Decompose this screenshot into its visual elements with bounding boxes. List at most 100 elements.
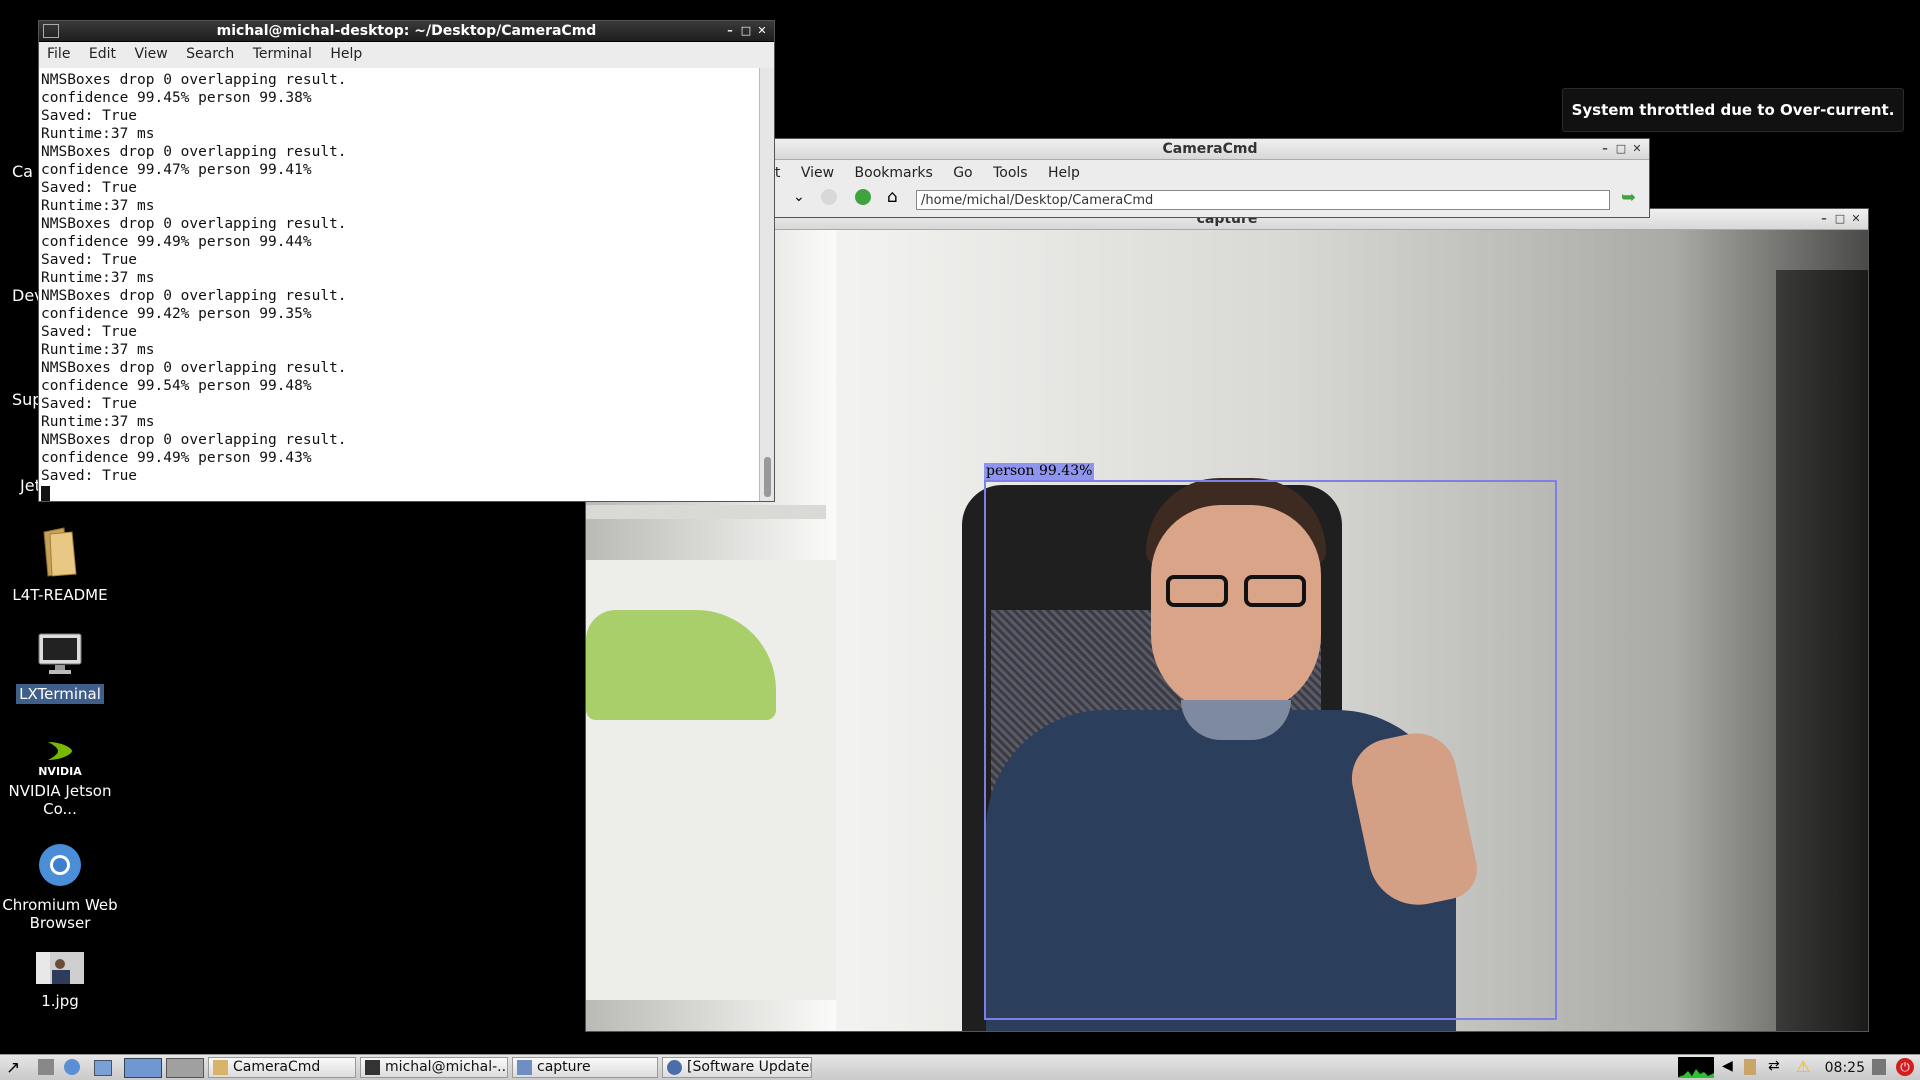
menu-edit[interactable]: Edit — [89, 46, 116, 62]
maximize-icon[interactable]: □ — [738, 21, 754, 41]
menu-view[interactable]: View — [801, 165, 834, 181]
window-controls: – □ ✕ — [1816, 209, 1864, 229]
menu-view[interactable]: View — [134, 46, 167, 62]
desktop-icon-chromium[interactable]: Chromium Web Browser — [0, 842, 120, 932]
task-label: michal@michal-... — [385, 1059, 508, 1075]
taskbar-task-terminal[interactable]: michal@michal-... — [360, 1057, 508, 1078]
terminal-line: confidence 99.47% person 99.41% — [41, 162, 312, 178]
lock-screen-icon[interactable] — [1872, 1059, 1886, 1075]
throttle-notification[interactable]: System throttled due to Over-current. — [1562, 88, 1904, 132]
terminal-line: NMSBoxes drop 0 overlapping result. — [41, 144, 347, 160]
window-title: CameraCmd — [1162, 141, 1258, 157]
task-label: CameraCmd — [233, 1059, 321, 1075]
clipboard-icon[interactable] — [1744, 1059, 1756, 1075]
terminal-titlebar[interactable]: michal@michal-desktop: ~/Desktop/CameraC… — [39, 21, 774, 42]
terminal-line: NMSBoxes drop 0 overlapping result. — [41, 432, 347, 448]
desktop-partial-label[interactable]: Ca — [12, 162, 33, 181]
browser-launcher-icon[interactable] — [64, 1059, 80, 1075]
task-label: capture — [537, 1059, 591, 1075]
nvidia-brand-text: NVIDIA — [38, 765, 82, 778]
clock[interactable]: 08:25 — [1825, 1055, 1865, 1080]
terminal-line: Saved: True — [41, 180, 138, 196]
maximize-icon[interactable]: □ — [1832, 209, 1848, 229]
forward-icon[interactable] — [821, 189, 837, 205]
terminal-line: confidence 99.54% person 99.48% — [41, 378, 312, 394]
warning-icon[interactable]: ⚠ — [1796, 1057, 1810, 1076]
desktop-icon-1jpg[interactable]: 1.jpg — [0, 952, 120, 1010]
desktop-icon-label: Chromium Web Browser — [2, 896, 118, 932]
desktop: { "desktop": { "partial_labels": ["Ca", … — [0, 0, 1920, 1080]
start-menu-icon[interactable]: ↗ — [6, 1058, 20, 1078]
detection-bounding-box — [984, 480, 1557, 1020]
terminal-window[interactable]: michal@michal-desktop: ~/Desktop/CameraC… — [38, 20, 775, 502]
terminal-menubar: File Edit View Search Terminal Help — [39, 42, 774, 66]
maximize-icon[interactable]: □ — [1613, 139, 1629, 159]
menu-tools[interactable]: Tools — [993, 165, 1028, 181]
workspace-pager[interactable] — [166, 1058, 204, 1078]
menu-file[interactable]: File — [47, 46, 70, 62]
home-icon[interactable]: ⌂ — [887, 187, 898, 207]
chevron-down-icon[interactable]: ⌄ — [793, 189, 805, 205]
file-manager-window[interactable]: CameraCmd – □ ✕ it View Bookmarks Go Tools… — [770, 138, 1650, 218]
terminal-line: Saved: True — [41, 468, 138, 484]
close-icon[interactable]: ✕ — [754, 21, 770, 41]
terminal-line: NMSBoxes drop 0 overlapping result. — [41, 216, 347, 232]
menu-search[interactable]: Search — [186, 46, 234, 62]
workspace-icon[interactable] — [94, 1060, 112, 1076]
terminal-line: Saved: True — [41, 396, 138, 412]
scrollbar-thumb[interactable] — [764, 457, 771, 497]
desktop-icon-l4t-readme[interactable]: L4T-README — [0, 526, 120, 604]
terminal-icon — [365, 1060, 380, 1075]
desktop-icon-nvidia-jetson[interactable]: NVIDIA NVIDIA Jetson Co... — [0, 740, 120, 818]
desktop-icon-label: 1.jpg — [41, 992, 79, 1010]
desktop-icon-lxterminal[interactable]: LXTerminal — [0, 632, 120, 704]
window-controls: – □ ✕ — [1597, 139, 1645, 159]
monitor-icon — [0, 632, 120, 680]
path-input[interactable]: /home/michal/Desktop/CameraCmd — [916, 190, 1610, 210]
taskbar-task-capture[interactable]: capture — [512, 1057, 658, 1078]
power-icon[interactable]: ⏻ — [1896, 1058, 1914, 1076]
cpu-monitor-graph — [1678, 1057, 1714, 1078]
menu-help[interactable]: Help — [330, 46, 362, 62]
volume-icon[interactable]: ◀ — [1722, 1058, 1733, 1074]
terminal-line: confidence 99.42% person 99.35% — [41, 306, 312, 322]
minimize-icon[interactable]: – — [722, 21, 738, 41]
go-icon[interactable]: ➥ — [1621, 187, 1636, 208]
image-thumbnail-icon — [0, 952, 120, 988]
show-desktop-icon[interactable] — [38, 1059, 54, 1075]
taskbar-task-software-updater[interactable]: [Software Updater] — [662, 1057, 812, 1078]
terminal-line: NMSBoxes drop 0 overlapping result. — [41, 360, 347, 376]
filemanager-menubar: it View Bookmarks Go Tools Help — [771, 161, 1649, 185]
terminal-output[interactable]: NMSBoxes drop 0 overlapping result. confi… — [39, 68, 760, 501]
text-cursor — [41, 486, 50, 501]
folder-icon — [213, 1060, 228, 1075]
terminal-app-icon — [43, 24, 59, 38]
close-icon[interactable]: ✕ — [1629, 139, 1645, 159]
network-icon[interactable]: ⇄ — [1768, 1058, 1780, 1074]
filemanager-titlebar[interactable]: CameraCmd – □ ✕ — [771, 139, 1649, 160]
terminal-line: Runtime:37 ms — [41, 270, 155, 286]
minimize-icon[interactable]: – — [1816, 209, 1832, 229]
close-icon[interactable]: ✕ — [1848, 209, 1864, 229]
taskbar-task-cameracmd[interactable]: CameraCmd — [208, 1057, 356, 1078]
terminal-line: Runtime:37 ms — [41, 342, 155, 358]
folder-icon — [0, 526, 120, 582]
minimize-icon[interactable]: – — [1597, 139, 1613, 159]
menu-go[interactable]: Go — [953, 165, 972, 181]
door-frame — [1776, 270, 1868, 1031]
menu-terminal[interactable]: Terminal — [253, 46, 312, 62]
terminal-scrollbar[interactable] — [759, 68, 774, 501]
up-icon[interactable] — [855, 189, 871, 205]
terminal-line: Saved: True — [41, 324, 138, 340]
window-controls: – □ ✕ — [722, 21, 770, 41]
menu-bookmarks[interactable]: Bookmarks — [855, 165, 933, 181]
terminal-cursor-line — [41, 485, 760, 501]
task-label: [Software Updater] — [687, 1059, 812, 1075]
detection-label: person 99.43% — [984, 463, 1095, 480]
workspace-pager[interactable] — [124, 1058, 162, 1078]
terminal-line: Runtime:37 ms — [41, 414, 155, 430]
terminal-line: NMSBoxes drop 0 overlapping result. — [41, 288, 347, 304]
capture-window[interactable]: capture – □ ✕ person 99.43% — [585, 208, 1869, 1032]
menu-help[interactable]: Help — [1048, 165, 1080, 181]
window-title: michal@michal-desktop: ~/Desktop/CameraC… — [216, 23, 597, 39]
